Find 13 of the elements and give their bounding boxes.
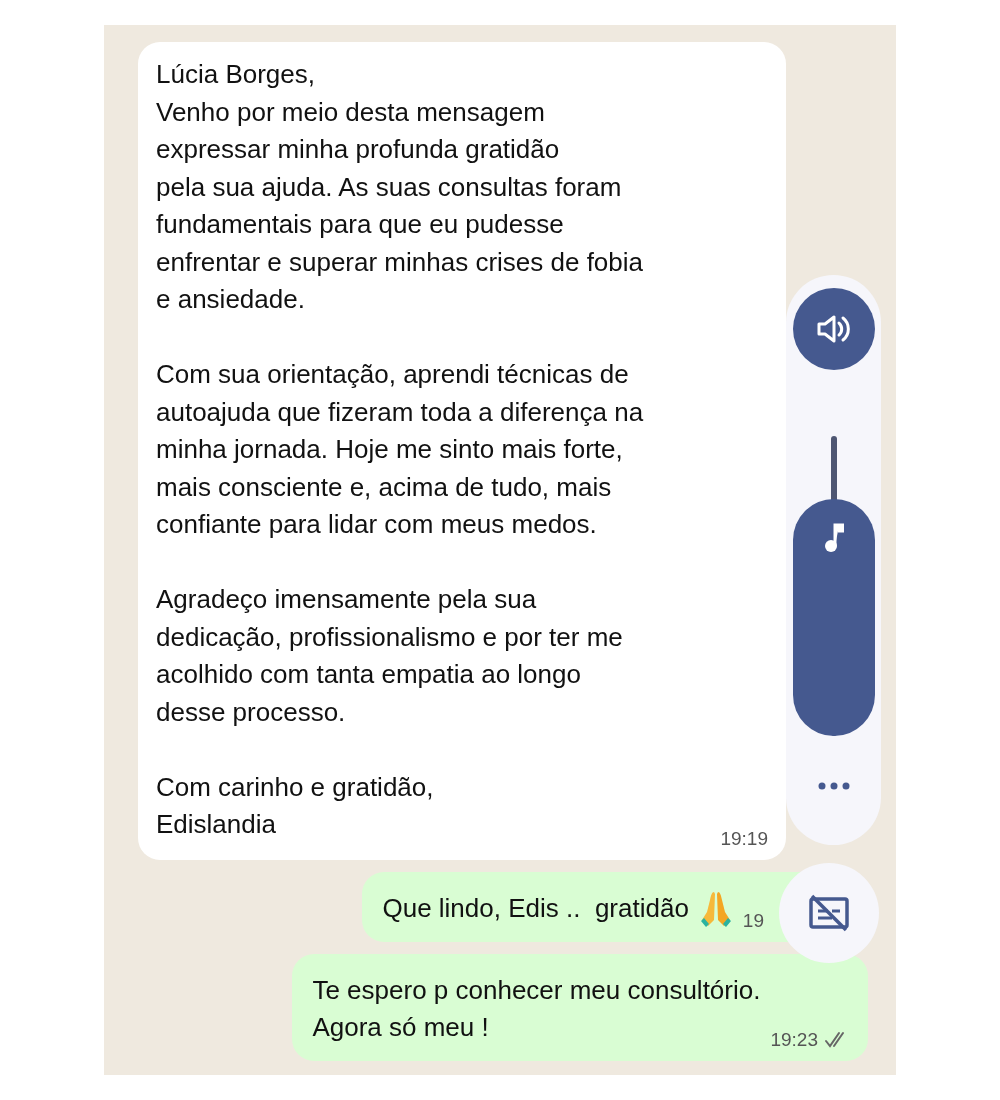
- message-time: 19:23: [770, 1028, 850, 1051]
- speaker-icon: [815, 313, 852, 345]
- speaker-button[interactable]: [792, 288, 875, 370]
- music-note-icon: [823, 523, 844, 553]
- message-text: Te espero p conhecer meu consultório. Agora só meu !: [312, 973, 761, 1044]
- message-text: Que lindo, Edis .. gratidão: [382, 892, 689, 925]
- message-time: 19:19: [720, 827, 768, 850]
- more-icon: [817, 782, 850, 790]
- message-time: 19: [742, 909, 764, 932]
- captions-off-icon: [808, 894, 850, 932]
- praying-hands-icon: [698, 889, 733, 928]
- volume-slider[interactable]: [792, 436, 875, 736]
- message-text: Lúcia Borges, Venho por meio desta mensagem expressar minha profunda gratidão pela sua ajuda. As suas consultas foram fundamentais para que eu pudesse enfrentar e superar minhas crises de fobia e ansiedade. Com sua orientação, aprendi técnicas de autoajuda que fizeram toda a diferença na minha jornada. Hoje me sinto mais forte, mais consciente e, acima de tudo, mais confiante para lidar com meus medos. Agradeço imensamente pela sua dedicação, profissionalismo e por ter me acolhido com tanta empatia ao longo desse processo. Com carinho e gratidão, Edislandia: [156, 58, 644, 841]
